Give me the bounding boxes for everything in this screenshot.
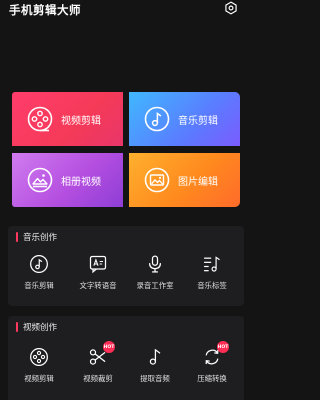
tool-music-tag[interactable]: 音乐标签 <box>184 254 240 291</box>
music-note-icon <box>149 348 161 365</box>
tool-compress-convert[interactable]: HOT 压缩转换 <box>184 341 240 384</box>
video-section-title: 视频创作 <box>23 323 58 333</box>
music-note-icon <box>30 255 48 273</box>
music-note-icon <box>144 106 170 132</box>
music-edit-label: 音乐剪辑 <box>178 115 218 127</box>
hot-badge: HOT <box>217 341 229 353</box>
tool-extract-audio[interactable]: 提取音频 <box>127 347 183 384</box>
photo-edit-tile[interactable]: 图片编辑 <box>129 153 240 207</box>
tool-label: 文字转语音 <box>79 281 117 290</box>
accent-bar <box>16 232 18 242</box>
hot-badge: HOT <box>103 341 115 353</box>
video-creation-card: 视频创作 视频剪辑 HOT 视频裁剪 提取音频 HOT 压缩转换 <box>8 316 244 400</box>
tool-label: 压缩转换 <box>197 374 227 383</box>
music-creation-card: 音乐创作 音乐剪辑 文字转语音 录音工作室 音乐标签 <box>8 226 244 306</box>
album-video-label: 相册视频 <box>61 176 101 188</box>
video-edit-label: 视频剪辑 <box>61 115 101 127</box>
microphone-icon <box>148 255 162 273</box>
album-video-tile[interactable]: 相册视频 <box>12 153 123 207</box>
music-edit-tile[interactable]: 音乐剪辑 <box>129 92 240 146</box>
app-header: 手机剪辑大师 <box>0 0 252 22</box>
film-reel-icon <box>27 106 53 132</box>
album-icon <box>27 167 53 193</box>
tool-recording-studio[interactable]: 录音工作室 <box>127 254 183 291</box>
tool-label: 视频剪辑 <box>24 374 54 383</box>
music-section-title: 音乐创作 <box>23 233 58 243</box>
tool-label: 录音工作室 <box>136 281 174 290</box>
app-title: 手机剪辑大师 <box>9 3 81 17</box>
section-title: 视频创作 <box>16 321 57 333</box>
tool-label: 提取音频 <box>140 374 170 383</box>
accent-bar <box>16 322 18 332</box>
tool-music-edit[interactable]: 音乐剪辑 <box>11 254 67 291</box>
tool-video-edit[interactable]: 视频剪辑 <box>11 347 67 384</box>
gear-icon[interactable] <box>224 1 238 15</box>
tool-video-crop[interactable]: HOT 视频裁剪 <box>70 341 126 384</box>
tool-text-to-speech[interactable]: 文字转语音 <box>70 254 126 291</box>
video-edit-tile[interactable]: 视频剪辑 <box>12 92 123 146</box>
section-title: 音乐创作 <box>16 231 57 243</box>
music-tag-icon <box>204 256 220 272</box>
film-reel-icon <box>30 348 48 366</box>
tool-label: 视频裁剪 <box>83 374 113 383</box>
tool-label: 音乐标签 <box>197 281 227 290</box>
text-to-speech-icon <box>89 255 107 274</box>
tool-label: 音乐剪辑 <box>24 281 54 290</box>
photo-edit-label: 图片编辑 <box>178 176 218 188</box>
image-icon <box>144 167 170 193</box>
